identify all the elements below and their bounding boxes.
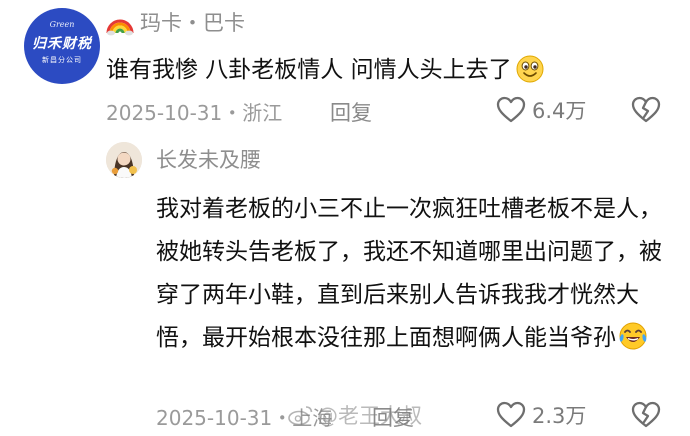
avatar-brand-chinese: 归禾财税 bbox=[32, 36, 92, 52]
reply-avatar-image bbox=[106, 142, 142, 178]
reply-date: 2025-10-31 bbox=[156, 406, 273, 430]
reply-text: 我对着老板的小三不止一次疯狂吐槽老板不是人，被她转头告老板了，我还不知道哪里出问… bbox=[156, 188, 676, 360]
reply-like-count: 2.3万 bbox=[532, 404, 587, 428]
broken-heart-icon bbox=[631, 401, 661, 428]
watermark-text: @老王大叔 bbox=[317, 404, 422, 428]
comment-username[interactable]: 玛卡・巴卡 bbox=[106, 9, 245, 37]
reply-text-body: 我对着老板的小三不止一次疯狂吐槽老板不是人，被她转头告老板了，我还不知道哪里出问… bbox=[156, 196, 662, 351]
weibo-icon bbox=[288, 406, 313, 426]
comment-username-label: 玛卡・巴卡 bbox=[140, 11, 245, 35]
comment-text-body: 谁有我惨 八卦老板情人 问情人头上去了 bbox=[106, 57, 512, 83]
comment-text: 谁有我惨 八卦老板情人 问情人头上去了 bbox=[106, 54, 544, 86]
smile-emoji-icon bbox=[516, 55, 544, 83]
reply-like-button[interactable]: 2.3万 bbox=[496, 400, 586, 430]
reply-dislike-button[interactable] bbox=[631, 401, 661, 433]
avatar-brand-english: Green bbox=[49, 20, 75, 29]
comment-meta: 2025-10-31・浙江 bbox=[106, 97, 282, 126]
like-button[interactable]: 6.4万 bbox=[496, 95, 586, 125]
reply-username[interactable]: 长发未及腰 bbox=[156, 144, 261, 176]
broken-heart-icon bbox=[631, 96, 661, 123]
laugh-cry-emoji-icon bbox=[619, 322, 647, 350]
rainbow-icon bbox=[106, 19, 134, 36]
reply-button[interactable]: 回复 bbox=[330, 97, 372, 127]
dislike-button[interactable] bbox=[631, 96, 661, 128]
avatar[interactable]: Green 归禾财税 新昌分公司 bbox=[24, 8, 100, 84]
comment-date: 2025-10-31 bbox=[106, 101, 223, 125]
reply-avatar[interactable] bbox=[106, 142, 142, 178]
like-count: 6.4万 bbox=[532, 99, 587, 123]
meta-separator: ・ bbox=[222, 101, 243, 125]
heart-outline-icon bbox=[496, 401, 526, 428]
watermark: @老王大叔 bbox=[288, 400, 422, 430]
comment-location: 浙江 bbox=[242, 101, 283, 125]
heart-outline-icon bbox=[496, 96, 526, 123]
avatar-brand-subtitle: 新昌分公司 bbox=[42, 56, 82, 64]
